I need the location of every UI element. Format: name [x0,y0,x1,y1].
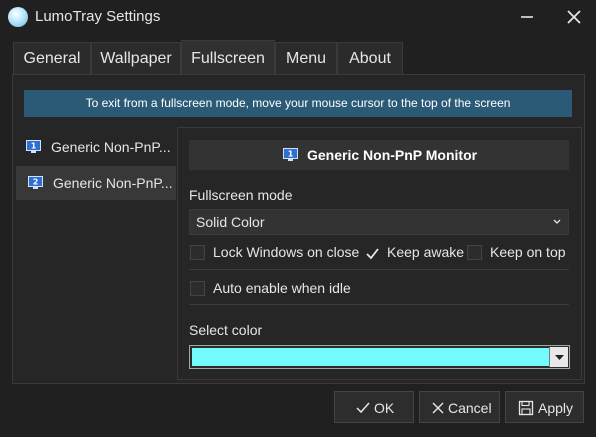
color-picker[interactable] [189,345,570,369]
checkmark-icon [366,248,379,260]
apply-label: Apply [538,400,574,416]
cancel-label: Cancel [448,400,492,416]
monitor-icon: 2 [28,176,43,189]
app-logo-icon [8,7,28,27]
fullscreen-mode-value: Solid Color [196,214,265,230]
monitor-label: Generic Non-PnP... [53,175,173,191]
monitor-list-item[interactable]: 1 Generic Non-PnP... [16,130,176,164]
apply-button[interactable]: Apply [505,391,584,423]
divider [189,304,569,305]
tab-fullscreen[interactable]: Fullscreen [181,40,275,75]
monitor-icon: 1 [26,140,41,153]
monitor-number: 1 [31,142,37,151]
cancel-button[interactable]: Cancel [419,391,500,423]
lock-windows-checkbox[interactable] [190,245,205,260]
info-banner: To exit from a fullscreen mode, move you… [24,90,572,117]
window-title: LumoTray Settings [35,8,161,25]
ok-button[interactable]: OK [334,391,414,423]
lock-windows-label: Lock Windows on close [213,244,360,260]
close-icon [567,10,581,24]
tab-general[interactable]: General [13,42,91,75]
chevron-down-icon [553,219,561,224]
monitor-list-item[interactable]: 2 Generic Non-PnP... [16,166,176,200]
monitor-header: 1 Generic Non-PnP Monitor [189,140,569,170]
monitor-label: Generic Non-PnP... [51,139,171,155]
keep-on-top-checkbox[interactable] [467,245,482,260]
checkmark-icon [356,402,370,414]
minimize-icon [521,16,533,18]
auto-enable-label: Auto enable when idle [213,280,351,296]
divider [189,269,569,270]
keep-on-top-label: Keep on top [490,244,566,260]
monitor-number: 1 [288,150,294,159]
keep-awake-label: Keep awake [387,244,465,260]
fullscreen-mode-label: Fullscreen mode [189,187,293,203]
color-swatch[interactable] [192,348,549,366]
tab-about[interactable]: About [337,42,403,75]
monitor-title: Generic Non-PnP Monitor [307,147,478,163]
fullscreen-mode-select[interactable]: Solid Color [189,209,569,235]
monitor-icon: 1 [283,148,298,161]
keep-awake-checkbox[interactable] [364,245,379,260]
chevron-down-icon [555,355,564,360]
close-icon [432,402,444,414]
close-button[interactable] [550,0,596,34]
tab-menu[interactable]: Menu [275,42,337,75]
ok-label: OK [374,400,395,416]
save-icon [518,400,534,416]
minimize-button[interactable] [504,0,550,34]
monitor-number: 2 [33,178,39,187]
monitor-list: 1 Generic Non-PnP... 2 Generic Non-PnP..… [16,130,176,380]
title-bar: LumoTray Settings [0,0,596,34]
tab-wallpaper[interactable]: Wallpaper [91,42,181,75]
auto-enable-checkbox[interactable] [190,281,205,296]
color-dropdown-button[interactable] [549,347,568,367]
select-color-label: Select color [189,322,263,338]
